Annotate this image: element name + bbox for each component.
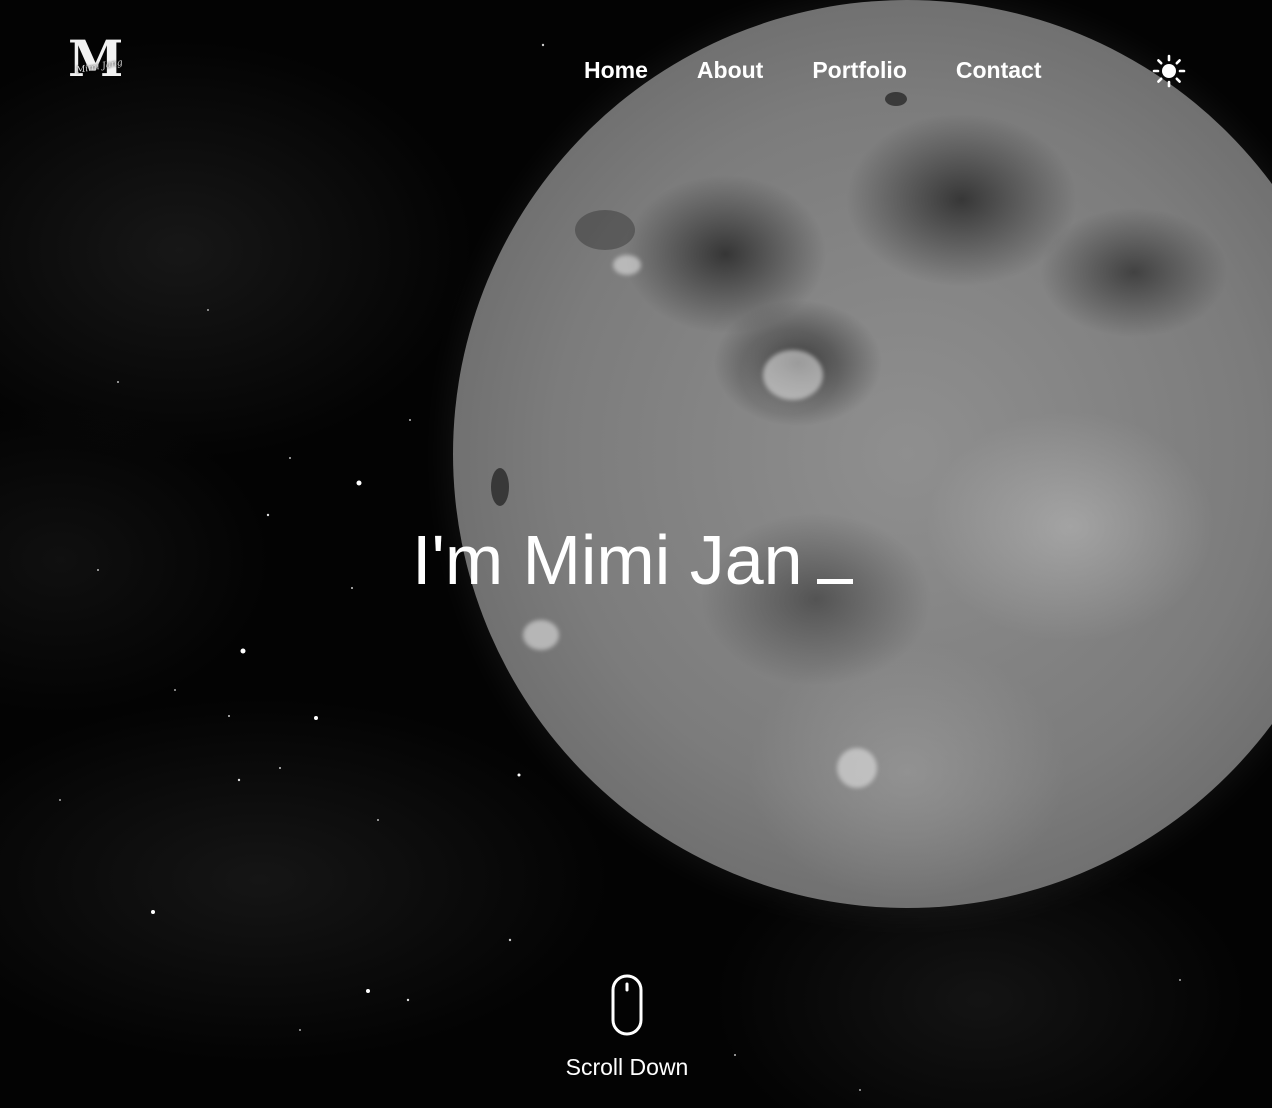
nav-contact[interactable]: Contact (956, 54, 1042, 86)
hero-page: M Mimi Jang Home About Portfolio Contact… (0, 0, 1272, 1108)
mouse-icon (611, 974, 643, 1036)
moon-crater (575, 210, 635, 250)
scroll-down-button[interactable]: Scroll Down (544, 970, 710, 1081)
moon-bright-crater (523, 620, 559, 650)
hero-title-text: I'm Mimi Jan (412, 521, 803, 599)
moon-image (453, 0, 1272, 908)
nav-home[interactable]: Home (584, 54, 648, 86)
moon-bright-crater (763, 350, 823, 400)
site-logo[interactable]: M Mimi Jang (68, 34, 138, 92)
scroll-down-label: Scroll Down (565, 1054, 689, 1080)
nav-about[interactable]: About (697, 54, 763, 86)
main-nav: Home About Portfolio Contact (584, 54, 1091, 86)
theme-toggle-button[interactable] (1152, 54, 1186, 88)
moon-bright-crater (837, 748, 877, 788)
typing-cursor (816, 579, 853, 584)
moon-bright-crater (613, 255, 641, 275)
moon-crater (885, 92, 907, 106)
sun-icon (1152, 54, 1186, 88)
nav-portfolio[interactable]: Portfolio (812, 54, 907, 86)
moon-crater (491, 468, 509, 506)
hero-title: I'm Mimi Jan (412, 518, 853, 602)
